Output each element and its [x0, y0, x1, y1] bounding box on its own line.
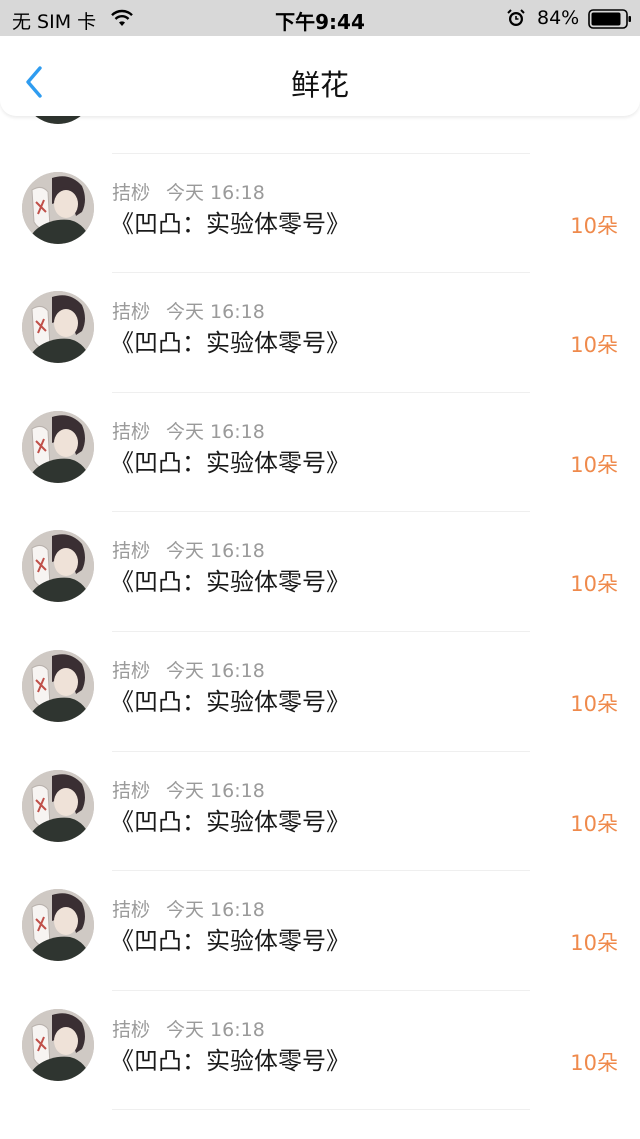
list-item[interactable]: 拮桫今天 16:18 《凹凸：实验体零号》 10朵	[0, 393, 640, 513]
avatar-image	[22, 116, 94, 124]
item-meta: 拮桫 今天 16:18	[112, 536, 265, 563]
username[interactable]: 拮桫	[112, 301, 150, 323]
work-title[interactable]: 《凹凸：实验体零号》	[110, 443, 350, 478]
avatar-image	[22, 889, 94, 962]
username[interactable]: 拮桫	[112, 780, 150, 802]
timestamp: 今天 16:18	[166, 779, 265, 802]
work-title[interactable]: 《凹凸：实验体零号》	[110, 562, 350, 597]
list-item[interactable]: 拮桫今天 16:18 《凹凸：实验体零号》 10朵	[0, 871, 640, 991]
flower-count: 10朵	[570, 931, 618, 956]
item-meta: 拮桫 今天 16:18	[112, 1015, 265, 1042]
timestamp: 今天 16:18	[166, 420, 265, 443]
timestamp: 今天 16:18	[166, 659, 265, 682]
avatar-image	[22, 769, 94, 842]
work-title[interactable]: 《凹凸：实验体零号》	[110, 323, 350, 358]
flower-count: 10朵	[570, 452, 618, 477]
work-title[interactable]: 《凹凸：实验体零号》	[110, 204, 350, 239]
item-meta: 拮桫 今天 16:18	[112, 895, 265, 922]
list-item[interactable]: 拮桫今天 16:18 《凹凸：实验体零号》 10朵	[0, 991, 640, 1111]
item-meta: 拮桫 今天 16:18	[112, 656, 265, 683]
avatar-image	[22, 291, 94, 364]
flower-count: 10朵	[570, 572, 618, 597]
work-title[interactable]: 《凹凸：实验体零号》	[110, 802, 350, 837]
list-item[interactable]: 拮桫今天 16:18 《凹凸：实验体零号》 10朵	[0, 273, 640, 393]
avatar-image	[22, 410, 94, 483]
username[interactable]: 拮桫	[112, 540, 150, 562]
avatar[interactable]	[22, 116, 94, 124]
item-meta: 拮桫 今天 16:18	[112, 178, 265, 205]
list-item[interactable]: 拮桫今天 16:18 《凹凸：实验体零号》 10朵	[0, 154, 640, 274]
flower-count: 10朵	[570, 213, 618, 238]
timestamp: 今天 16:18	[166, 181, 265, 204]
list-item[interactable]: 拮桫今天 16:18 《凹凸：实验体零号》 10朵	[0, 512, 640, 632]
username[interactable]: 拮桫	[112, 421, 150, 443]
avatar[interactable]	[22, 649, 94, 722]
flower-count: 10朵	[570, 811, 618, 836]
avatar[interactable]	[22, 291, 94, 364]
work-title[interactable]: 《凹凸：实验体零号》	[110, 682, 350, 717]
avatar[interactable]	[22, 171, 94, 244]
work-title[interactable]: 《凹凸：实验体零号》	[110, 921, 350, 956]
list-item[interactable]: 拮桫今天 16:18 《凹凸：实验体零号》 10朵	[0, 752, 640, 872]
timestamp: 今天 16:18	[166, 899, 265, 922]
item-meta: 拮桫 今天 16:18	[112, 297, 265, 324]
timestamp: 今天 16:18	[166, 1018, 265, 1041]
avatar[interactable]	[22, 889, 94, 962]
item-meta: 拮桫 今天 16:18	[112, 417, 265, 444]
avatar-image	[22, 1008, 94, 1081]
username[interactable]: 拮桫	[112, 182, 150, 204]
list-item[interactable]: 拮桫今天 16:18 《凹凸：实验体零号》 10朵	[0, 116, 640, 154]
timestamp: 今天 16:18	[166, 301, 265, 324]
work-title[interactable]: 《凹凸：实验体零号》	[110, 116, 350, 119]
battery-icon	[588, 9, 631, 29]
item-meta: 拮桫 今天 16:18	[112, 776, 265, 803]
avatar[interactable]	[22, 530, 94, 603]
flower-count: 10朵	[570, 116, 618, 120]
flower-count: 10朵	[570, 1050, 618, 1075]
username[interactable]: 拮桫	[112, 660, 150, 682]
username[interactable]: 拮桫	[112, 1019, 150, 1041]
status-bar: 无 SIM 卡 下午9:44 84%	[0, 0, 640, 36]
avatar-image	[22, 649, 94, 722]
work-title[interactable]: 《凹凸：实验体零号》	[110, 1041, 350, 1076]
username[interactable]: 拮桫	[112, 899, 150, 921]
avatar[interactable]	[22, 410, 94, 483]
flower-list[interactable]: 拮桫 今天 16:18 《凹凸：实验体零号》 10朵 拮桫 今天 16:18 《凹凸…	[0, 116, 640, 1139]
avatar-image	[22, 530, 94, 603]
alarm-icon	[507, 9, 525, 26]
divider	[112, 1109, 530, 1111]
nav-bar: 鲜花	[0, 36, 640, 116]
timestamp: 今天 16:18	[166, 540, 265, 563]
avatar[interactable]	[22, 1008, 94, 1081]
battery-percent: 84%	[537, 7, 580, 29]
flower-count: 10朵	[570, 691, 618, 716]
list-item[interactable]: 拮桫今天 16:18 《凹凸：实验体零号》 10朵	[0, 632, 640, 752]
flower-count: 10朵	[570, 333, 618, 358]
page-title: 鲜花	[290, 68, 349, 102]
avatar-image	[22, 171, 94, 244]
avatar[interactable]	[22, 769, 94, 842]
